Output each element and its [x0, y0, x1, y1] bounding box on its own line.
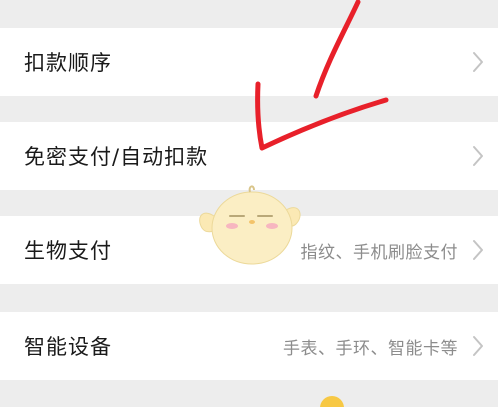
- chevron-right-icon: [472, 51, 484, 73]
- chevron-right-icon: [472, 145, 484, 167]
- settings-row-label: 生物支付: [24, 239, 112, 263]
- chevron-right-icon: [472, 335, 484, 357]
- section-gap: [0, 0, 498, 28]
- chevron-right-icon: [472, 239, 484, 261]
- settings-row-label: 扣款顺序: [24, 51, 112, 75]
- settings-row-value: 指纹、手机刷脸支付: [300, 242, 458, 263]
- settings-row-label: 免密支付/自动扣款: [24, 145, 209, 169]
- chick-sticker-partial-icon: [320, 396, 344, 407]
- settings-row-label: 智能设备: [24, 335, 112, 359]
- settings-row-smart-devices[interactable]: 智能设备 手表、手环、智能卡等: [0, 312, 498, 380]
- settings-row-password-free-payment[interactable]: 免密支付/自动扣款: [0, 122, 498, 190]
- settings-row-value: 手表、手环、智能卡等: [283, 338, 458, 359]
- settings-row-biometric-payment[interactable]: 生物支付 指纹、手机刷脸支付: [0, 216, 498, 284]
- settings-row-deduction-order[interactable]: 扣款顺序: [0, 28, 498, 96]
